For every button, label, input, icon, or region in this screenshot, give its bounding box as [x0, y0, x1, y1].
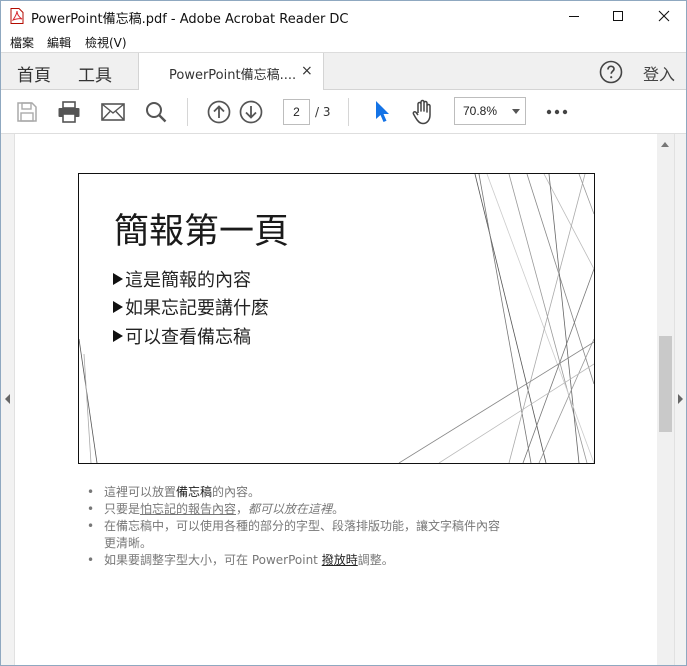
save-button[interactable] [14, 99, 40, 125]
bullet-dot: • [87, 519, 95, 533]
speaker-notes: • 這裡可以放置備忘稿的內容。 • 只要是怕忘記的報告內容，都可以放在這裡。 • 在備… [87, 484, 607, 569]
menu-bar: 檔案 編輯 檢視(V) [1, 31, 686, 52]
tab-close-button[interactable]: × [301, 63, 313, 79]
help-icon[interactable] [599, 60, 623, 84]
right-panel-toggle[interactable] [674, 134, 686, 665]
signin-button[interactable]: 登入 [643, 61, 675, 85]
bullet-dot: • [87, 485, 95, 499]
previous-page-button[interactable] [206, 99, 232, 125]
page-number-input[interactable]: 2 [283, 99, 310, 125]
window-title: PowerPoint備忘稿.pdf - Adobe Acrobat Reader… [31, 12, 349, 27]
tab-document-label: PowerPoint備忘稿.... [169, 68, 297, 83]
zoom-value: 70.8% [463, 104, 498, 118]
hand-icon [412, 99, 431, 125]
email-button[interactable] [100, 99, 126, 125]
print-button[interactable] [56, 99, 82, 125]
bullet-triangle-icon [113, 273, 123, 285]
bullet-triangle-icon [113, 330, 123, 342]
maximize-button[interactable] [595, 1, 641, 31]
menu-file[interactable]: 檔案 [10, 34, 34, 51]
toolbar-separator [187, 98, 188, 126]
chevron-right-icon [678, 394, 683, 404]
acrobat-window: PowerPoint備忘稿.pdf - Adobe Acrobat Reader… [0, 0, 687, 666]
email-icon [101, 103, 125, 121]
document-view[interactable]: 簡報第一頁 這是簡報的內容 如果忘記要講什麼 可以查看備忘稿 • 這裡可以放置備忘… [1, 134, 686, 665]
slide-bullet: 可以查看備忘稿 [113, 323, 251, 349]
title-bar: PowerPoint備忘稿.pdf - Adobe Acrobat Reader… [1, 1, 686, 31]
maximize-icon [613, 11, 623, 21]
toolbar: 2 / 3 70.8% [1, 90, 686, 134]
minimize-icon [569, 16, 579, 17]
slide-bullet: 這是簡報的內容 [113, 266, 251, 292]
slide-bullet-text: 可以查看備忘稿 [125, 327, 251, 348]
vertical-scrollbar[interactable] [657, 134, 674, 665]
bullet-dot: • [87, 502, 95, 516]
close-window-button[interactable] [641, 1, 687, 31]
slide-title: 簡報第一頁 [114, 212, 290, 252]
chevron-down-icon [512, 109, 520, 114]
chevron-left-icon [5, 394, 10, 404]
arrow-up-circle-icon [207, 100, 231, 124]
tab-tools[interactable]: 工具 [78, 61, 112, 86]
arrow-down-circle-icon [239, 100, 263, 124]
note-item: • 這裡可以放置備忘稿的內容。 [87, 485, 261, 499]
note-item: • 只要是怕忘記的報告內容，都可以放在這裡。 [87, 502, 345, 516]
note-item: • 在備忘稿中，可以使用各種的部分的字型、段落排版功能，讓文字稿件內容 更清晰。 [87, 519, 501, 550]
print-icon [58, 101, 80, 123]
slide-thumbnail: 簡報第一頁 這是簡報的內容 如果忘記要講什麼 可以查看備忘稿 [78, 173, 595, 464]
slide-bullet: 如果忘記要講什麼 [113, 294, 269, 320]
tab-bar: 首頁 工具 PowerPoint備忘稿.... × 登入 [1, 52, 686, 91]
page-total: / 3 [315, 105, 331, 119]
scrollbar-thumb[interactable] [659, 336, 672, 432]
tab-document[interactable]: PowerPoint備忘稿.... × [138, 53, 324, 91]
more-dots-icon [546, 109, 568, 115]
tab-home[interactable]: 首頁 [17, 61, 51, 86]
menu-edit[interactable]: 編輯 [47, 34, 71, 51]
toolbar-separator [348, 98, 349, 126]
hand-tool-button[interactable] [410, 99, 436, 125]
menu-view[interactable]: 檢視(V) [85, 34, 127, 51]
save-icon [17, 102, 37, 122]
note-item: • 如果要調整字型大小，可在 PowerPoint 撥放時調整。 [87, 553, 394, 567]
pdf-file-icon [10, 8, 24, 24]
slide-bullet-text: 這是簡報的內容 [125, 270, 251, 291]
more-tools-button[interactable] [544, 99, 570, 125]
close-icon [658, 10, 670, 22]
slide-bullet-text: 如果忘記要講什麼 [125, 298, 269, 319]
search-button[interactable] [143, 99, 169, 125]
zoom-dropdown[interactable]: 70.8% [454, 97, 526, 125]
left-panel-toggle[interactable] [1, 134, 15, 665]
minimize-button[interactable] [551, 1, 597, 31]
cursor-arrow-icon [376, 101, 389, 122]
scroll-up-icon[interactable] [661, 142, 669, 147]
search-icon [146, 102, 167, 123]
next-page-button[interactable] [238, 99, 264, 125]
bullet-triangle-icon [113, 301, 123, 313]
bullet-dot: • [87, 553, 95, 567]
select-tool-button[interactable] [369, 99, 395, 125]
